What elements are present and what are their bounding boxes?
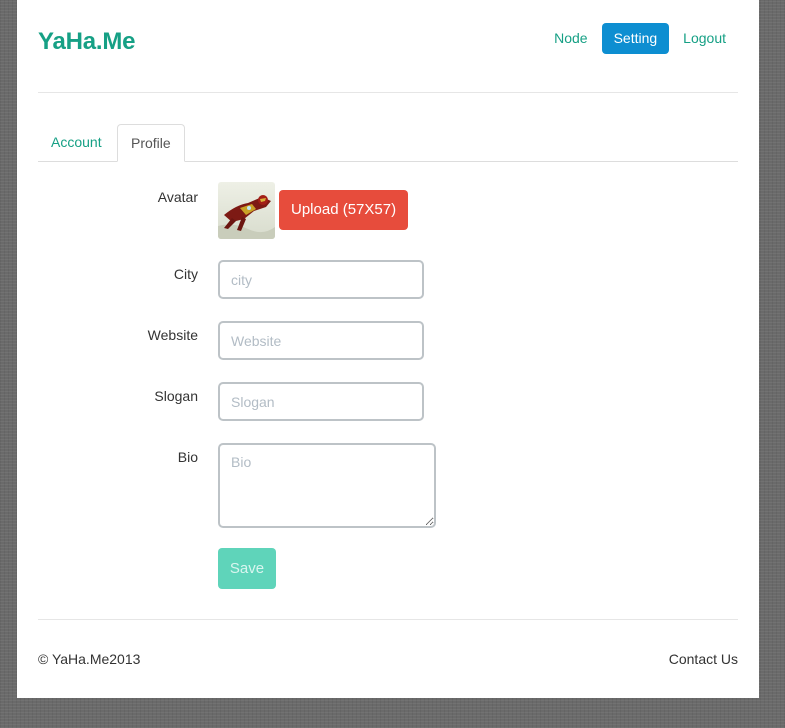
nav-logout[interactable]: Logout <box>671 23 738 54</box>
nav-setting[interactable]: Setting <box>601 23 670 54</box>
bio-textarea[interactable] <box>218 443 436 528</box>
settings-tabs: Account Profile <box>38 124 738 162</box>
avatar-label: Avatar <box>157 189 198 205</box>
website-label: Website <box>147 327 198 343</box>
slogan-input[interactable] <box>218 382 424 421</box>
tab-account[interactable]: Account <box>38 124 115 161</box>
slogan-label: Slogan <box>154 388 198 404</box>
city-label: City <box>173 266 198 282</box>
upload-avatar-button[interactable]: Upload (57X57) <box>279 190 409 230</box>
contact-us-link[interactable]: Contact Us <box>669 651 738 667</box>
top-nav: Node Setting Logout <box>540 23 738 54</box>
page-container: YaHa.Me Node Setting Logout Account Prof… <box>17 0 759 698</box>
brand-logo[interactable]: YaHa.Me <box>38 28 136 56</box>
avatar-image <box>218 182 275 239</box>
tab-profile[interactable]: Profile <box>117 124 185 162</box>
footer-divider <box>38 619 738 620</box>
nav-node[interactable]: Node <box>542 23 599 54</box>
header-divider <box>38 92 738 93</box>
city-input[interactable] <box>218 260 424 299</box>
bio-label: Bio <box>177 449 198 465</box>
avatar-picture <box>218 182 275 239</box>
save-button[interactable]: Save <box>218 548 276 589</box>
website-input[interactable] <box>218 321 424 360</box>
copyright-text: © YaHa.Me2013 <box>38 651 141 667</box>
